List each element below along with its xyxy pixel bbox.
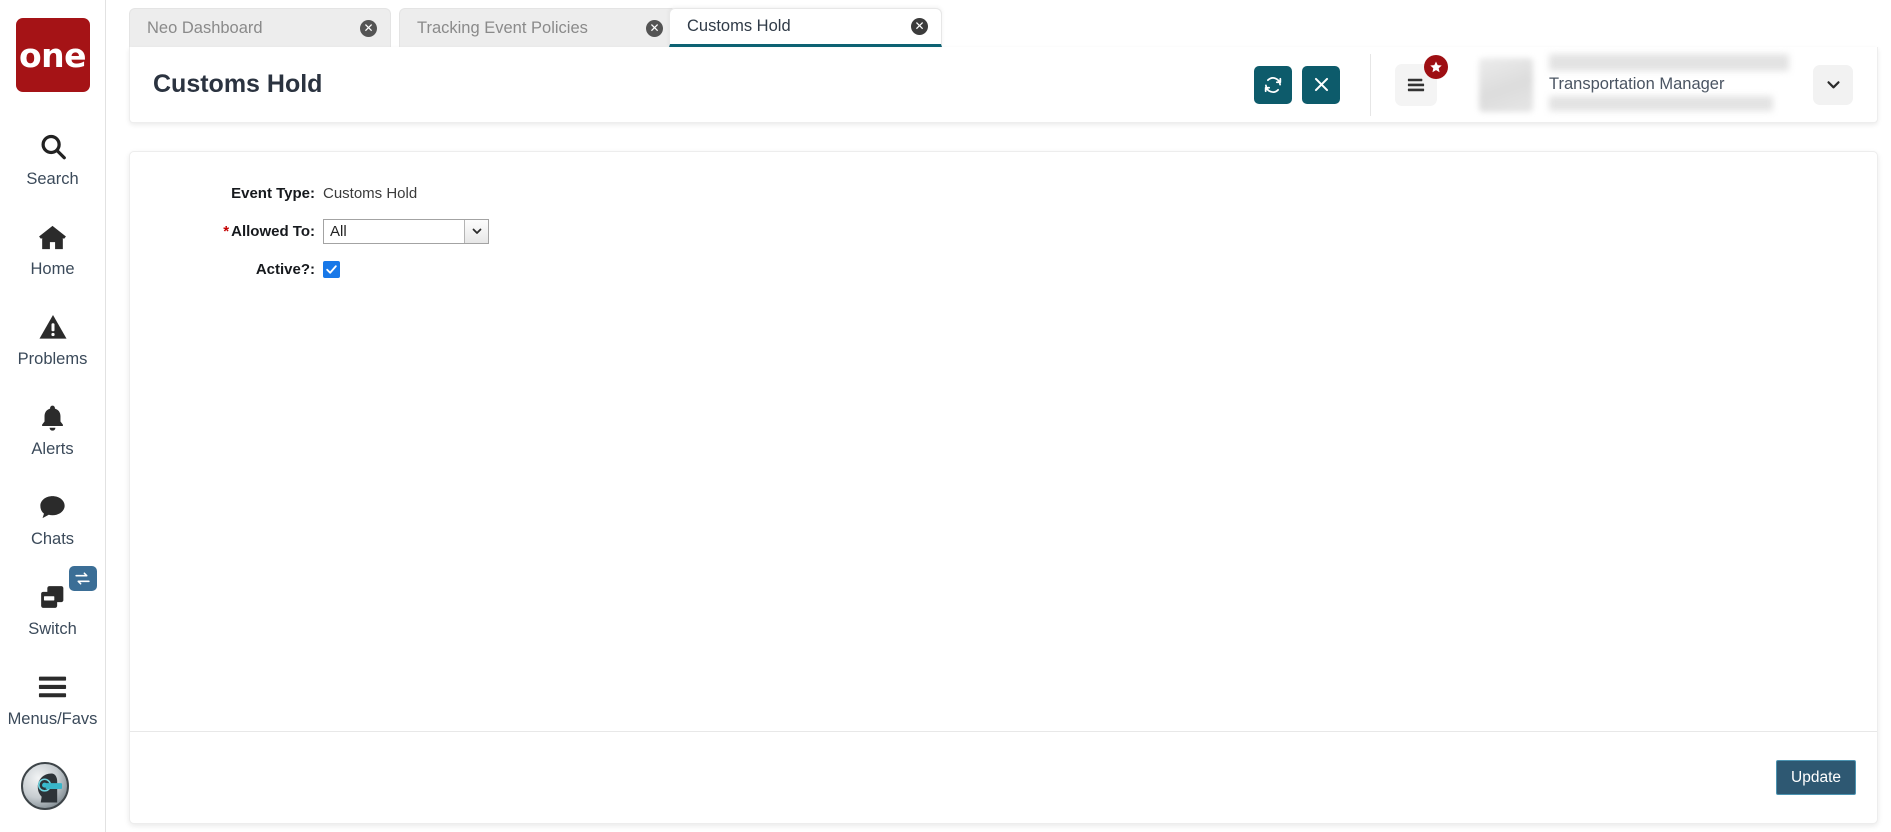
refresh-button[interactable]	[1254, 65, 1292, 104]
sidebar-item-search[interactable]: Search	[0, 114, 105, 204]
menus-favorites-button[interactable]	[1395, 54, 1448, 106]
checkmark-icon	[326, 264, 337, 274]
brand-logo[interactable]: one	[15, 18, 90, 92]
field-label-text: Allowed To:	[231, 222, 315, 240]
form-area: Event Type: Customs Hold * Allowed To: Al…	[130, 152, 1877, 731]
sidebar-nav-list: Search Home Problems Alerts Chats Switch…	[0, 114, 105, 744]
chevron-down-icon[interactable]	[464, 219, 488, 243]
user-name-redacted	[1549, 53, 1789, 71]
sidebar-item-label: Problems	[17, 350, 88, 369]
tab-bar: Neo Dashboard ✕ Tracking Event Policies …	[106, 0, 1891, 47]
header-divider	[1370, 53, 1371, 116]
tab-tracking-event-policies[interactable]: Tracking Event Policies ✕	[399, 8, 677, 47]
page-header: Customs Hold Transportation Manager	[129, 47, 1878, 123]
tab-customs-hold[interactable]: Customs Hold ✕	[669, 8, 942, 47]
form-row-event-type: Event Type: Customs Hold	[130, 178, 1877, 208]
close-page-button[interactable]	[1302, 65, 1340, 104]
brand-logo-text: one	[18, 35, 87, 75]
tab-label: Neo Dashboard	[147, 18, 263, 37]
avatar	[1479, 57, 1533, 112]
field-label: * Allowed To:	[130, 223, 323, 240]
chat-bubble-icon	[37, 490, 68, 524]
sidebar-item-label: Chats	[30, 530, 75, 549]
required-indicator: *	[223, 222, 230, 240]
refresh-icon	[1264, 76, 1282, 93]
close-circle-icon[interactable]: ✕	[360, 19, 377, 37]
application-window: one Search Home Problems Alerts Chats Sw…	[0, 0, 1891, 832]
tab-neo-dashboard[interactable]: Neo Dashboard ✕	[129, 8, 391, 47]
page-title: Customs Hold	[153, 70, 323, 98]
ai-bot-avatar-icon[interactable]	[21, 762, 69, 810]
field-label: Event Type:	[231, 184, 315, 202]
home-icon	[37, 220, 68, 254]
copy-windows-icon	[37, 580, 68, 614]
sidebar-item-alerts[interactable]: Alerts	[0, 384, 105, 474]
sidebar-item-label: Alerts	[31, 440, 74, 459]
bell-icon	[38, 400, 67, 434]
header-actions: Transportation Manager	[1244, 47, 1877, 122]
sidebar-item-label: Menus/Favs	[7, 710, 98, 729]
star-icon	[1424, 54, 1448, 79]
chevron-down-icon	[1826, 81, 1840, 89]
sidebar-item-home[interactable]: Home	[0, 204, 105, 294]
form-row-active: Active?:	[130, 254, 1877, 284]
menu-lines-icon	[1407, 78, 1425, 91]
allowed-to-select[interactable]: All	[323, 218, 489, 244]
sidebar-item-switch[interactable]: Switch	[0, 564, 105, 654]
sidebar-item-chats[interactable]: Chats	[0, 474, 105, 564]
user-org-redacted	[1549, 95, 1773, 111]
sidebar-item-menus-favs[interactable]: Menus/Favs	[0, 654, 105, 744]
exchange-arrows-icon[interactable]	[68, 566, 97, 591]
field-label: Active?:	[255, 260, 315, 278]
sidebar-item-label: Switch	[28, 620, 77, 639]
content-card: Event Type: Customs Hold * Allowed To: Al…	[129, 151, 1878, 824]
allowed-to-selected-value: All	[330, 222, 347, 240]
tab-label: Tracking Event Policies	[417, 18, 588, 37]
tab-label: Customs Hold	[687, 17, 791, 35]
card-footer: Update	[130, 731, 1877, 823]
update-button[interactable]: Update	[1776, 760, 1856, 795]
close-circle-icon[interactable]: ✕	[911, 18, 928, 35]
search-icon	[38, 130, 68, 164]
event-type-value: Customs Hold	[323, 184, 418, 202]
hamburger-icon	[37, 670, 68, 704]
user-profile[interactable]: Transportation Manager	[1479, 47, 1799, 122]
active-checkbox[interactable]	[323, 260, 340, 278]
sidebar-item-label: Search	[26, 170, 79, 189]
form-row-allowed-to: * Allowed To: All	[130, 216, 1877, 246]
sidebar-item-label: Home	[30, 260, 75, 279]
close-x-icon	[1314, 77, 1328, 92]
sidebar-item-problems[interactable]: Problems	[0, 294, 105, 384]
user-role-label: Transportation Manager	[1549, 74, 1725, 93]
left-sidebar: one Search Home Problems Alerts Chats Sw…	[0, 0, 106, 832]
user-menu-button[interactable]	[1813, 64, 1853, 105]
user-info: Transportation Manager	[1549, 53, 1799, 116]
close-circle-icon[interactable]: ✕	[646, 19, 663, 37]
warning-triangle-icon	[38, 310, 68, 344]
